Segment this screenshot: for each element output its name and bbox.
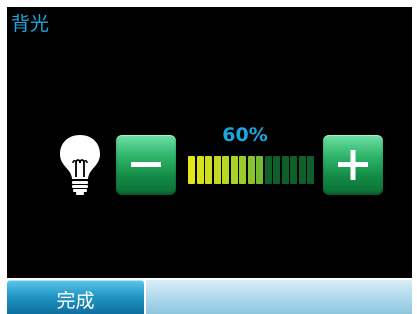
main-panel: 背光 60% bbox=[7, 7, 412, 278]
backlight-settings-screen: 背光 60% 完成 bbox=[0, 0, 417, 314]
level-segment-lit bbox=[213, 156, 221, 184]
level-segment-unlit bbox=[290, 156, 297, 184]
level-segment-lit bbox=[205, 156, 212, 184]
level-segment-lit bbox=[239, 156, 246, 184]
level-segment-lit bbox=[188, 156, 195, 184]
decrease-brightness-button[interactable] bbox=[116, 135, 176, 195]
level-segment-unlit bbox=[307, 156, 314, 184]
level-segment-unlit bbox=[264, 156, 272, 184]
brightness-percent-label: 60% bbox=[222, 124, 268, 146]
level-segment-unlit bbox=[298, 156, 306, 184]
level-segment-lit bbox=[196, 156, 204, 184]
done-button[interactable]: 完成 bbox=[7, 280, 144, 314]
level-segment-lit bbox=[247, 156, 255, 184]
page-title: 背光 bbox=[11, 13, 50, 35]
level-segment-lit bbox=[230, 156, 238, 184]
increase-brightness-button[interactable] bbox=[323, 135, 383, 195]
bottom-bar-strip bbox=[146, 280, 412, 314]
plus-icon bbox=[338, 150, 368, 180]
minus-icon bbox=[131, 162, 161, 167]
level-segment-unlit bbox=[273, 156, 280, 184]
level-segment-unlit bbox=[281, 156, 289, 184]
bottom-bar: 完成 bbox=[0, 278, 417, 314]
brightness-level-bar[interactable] bbox=[188, 156, 316, 184]
done-button-label: 完成 bbox=[56, 290, 95, 312]
level-segment-lit bbox=[256, 156, 263, 184]
level-segment-lit bbox=[222, 156, 229, 184]
lightbulb-icon bbox=[57, 133, 103, 195]
